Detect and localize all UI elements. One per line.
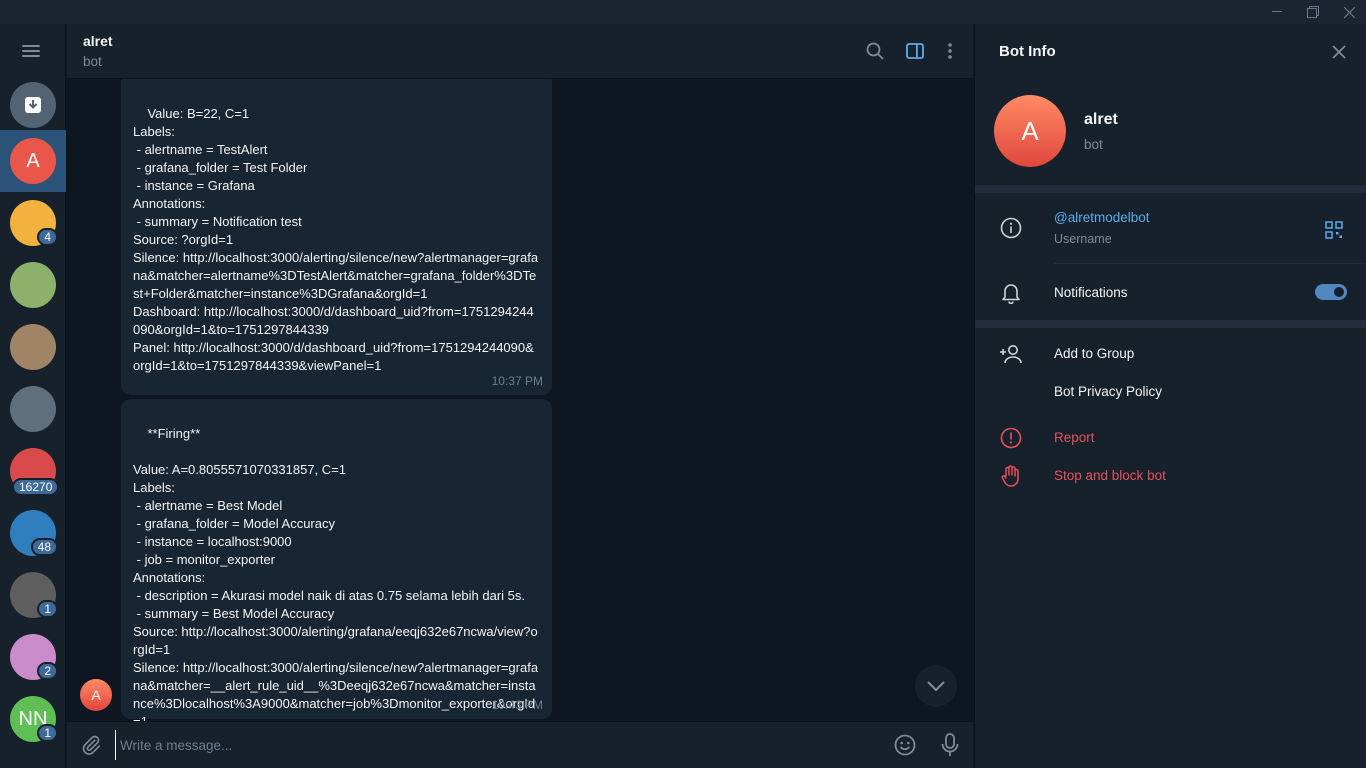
sidebar-panel-icon	[906, 43, 924, 59]
emoji-icon	[894, 734, 916, 756]
chat-item-chat-2[interactable]: 4	[0, 192, 66, 254]
chat-avatar: A	[10, 138, 56, 184]
info-icon	[999, 216, 1023, 240]
chat-item-chat-4[interactable]	[0, 316, 66, 378]
close-window-button[interactable]	[1330, 0, 1366, 24]
chat-item-chat-10[interactable]: NN 1	[0, 688, 66, 750]
close-icon	[1343, 6, 1355, 18]
message-time: 10:43 PM	[491, 698, 543, 712]
message-composer	[67, 721, 973, 768]
unread-badge: 16270	[12, 478, 60, 496]
username-label: Username	[1054, 232, 1112, 246]
message-text: **Firing** Value: A=0.8055571070331857, …	[133, 426, 539, 721]
profile-name: alret	[1084, 111, 1118, 128]
toggle-knob	[1332, 285, 1346, 299]
close-panel-button[interactable]	[1327, 40, 1351, 64]
restore-icon	[1307, 6, 1319, 18]
voice-message-button[interactable]	[936, 731, 964, 759]
message-bubble[interactable]: Value: B=22, C=1 Labels: - alertname = T…	[121, 79, 552, 395]
attach-button[interactable]	[77, 731, 105, 759]
chat-item-chat-9[interactable]: 2	[0, 626, 66, 688]
report-button[interactable]: Report	[1054, 430, 1095, 445]
title-bar	[0, 0, 1366, 24]
qr-code-icon	[1325, 221, 1343, 239]
chat-item-archive[interactable]	[0, 74, 66, 136]
unread-badge: 1	[37, 600, 58, 618]
archive-icon	[10, 82, 56, 128]
more-vertical-icon	[948, 43, 952, 59]
message-input[interactable]	[115, 730, 875, 760]
notification-bell-icon	[1002, 284, 1020, 304]
report-icon	[999, 426, 1023, 450]
add-to-group-button[interactable]: Add to Group	[1054, 346, 1134, 361]
chat-subtitle: bot	[83, 54, 102, 69]
chat-header: alret bot	[67, 24, 973, 79]
alert-circle-icon	[1000, 427, 1022, 449]
message-bubble[interactable]: **Firing** Value: A=0.8055571070331857, …	[121, 399, 552, 721]
chat-list-sidebar: A 4 16270 48 1 2 NN 1	[0, 24, 66, 768]
search-button[interactable]	[862, 38, 888, 64]
search-icon	[866, 42, 884, 60]
emoji-button[interactable]	[891, 731, 919, 759]
hamburger-icon-bar	[22, 55, 40, 57]
profile-avatar[interactable]: A	[994, 95, 1066, 167]
close-icon	[1332, 45, 1346, 59]
row-divider	[1054, 263, 1366, 264]
chat-avatar	[10, 324, 56, 370]
section-divider	[975, 185, 1366, 193]
unread-badge: 1	[37, 724, 58, 742]
bot-privacy-policy-button[interactable]: Bot Privacy Policy	[1054, 384, 1162, 399]
scroll-to-bottom-button[interactable]	[915, 665, 957, 707]
stop-and-block-button[interactable]: Stop and block bot	[1054, 468, 1166, 483]
person-add-icon	[1000, 345, 1022, 364]
toggle-sidebar-button[interactable]	[902, 38, 928, 64]
hamburger-icon-bar	[22, 50, 40, 52]
profile-subtitle: bot	[1084, 137, 1103, 152]
chat-title[interactable]: alret	[83, 33, 113, 49]
unread-badge: 2	[37, 662, 58, 680]
panel-title: Bot Info	[999, 43, 1056, 60]
add-user-icon	[999, 342, 1023, 366]
bot-info-panel: Bot Info A alret bot @alretmodelbot User…	[974, 24, 1366, 768]
notifications-label: Notifications	[1054, 285, 1128, 300]
hand-block-icon	[1001, 465, 1019, 487]
qr-code-button[interactable]	[1325, 221, 1343, 239]
username-link[interactable]: @alretmodelbot	[1054, 210, 1150, 225]
minimize-icon	[1272, 11, 1282, 12]
chat-item-alret[interactable]: A	[0, 130, 66, 192]
unread-badge: 4	[37, 228, 58, 246]
chat-item-chat-6[interactable]: 16270	[0, 440, 66, 502]
archive-icon	[25, 97, 41, 113]
chevron-down-icon	[927, 681, 945, 691]
menu-button[interactable]	[22, 43, 44, 59]
chat-avatar	[10, 262, 56, 308]
unread-badge: 48	[30, 538, 58, 556]
microphone-icon	[941, 733, 959, 756]
chat-item-chat-5[interactable]	[0, 378, 66, 440]
notifications-toggle[interactable]	[1315, 284, 1347, 300]
maximize-button[interactable]	[1294, 0, 1332, 24]
bell-icon	[999, 281, 1023, 305]
message-area[interactable]: Value: B=22, C=1 Labels: - alertname = T…	[67, 79, 973, 721]
chat-avatar	[10, 386, 56, 432]
chat-item-chat-3[interactable]	[0, 254, 66, 316]
info-circle-icon	[1000, 217, 1022, 239]
hamburger-icon	[22, 45, 40, 47]
sender-avatar[interactable]: A	[80, 679, 112, 711]
paperclip-icon	[82, 735, 101, 755]
more-options-button[interactable]	[937, 38, 963, 64]
section-divider	[975, 320, 1366, 328]
chat-item-chat-7[interactable]: 48	[0, 502, 66, 564]
message-text: Value: B=22, C=1 Labels: - alertname = T…	[133, 106, 539, 373]
chat-item-chat-8[interactable]: 1	[0, 564, 66, 626]
minimize-button[interactable]	[1258, 0, 1296, 24]
stop-hand-icon	[999, 464, 1023, 488]
message-time: 10:37 PM	[491, 374, 543, 388]
